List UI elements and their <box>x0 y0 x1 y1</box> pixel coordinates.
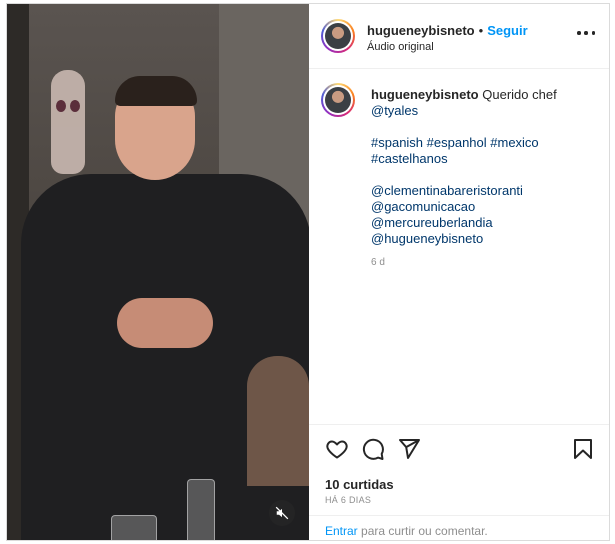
post-video[interactable] <box>7 4 309 540</box>
separator-dot: • <box>478 23 484 38</box>
muted-speaker-icon[interactable] <box>269 500 295 526</box>
mention-link[interactable]: @hugueneybisneto <box>371 231 601 247</box>
heart-icon[interactable] <box>325 437 349 461</box>
mention-link[interactable]: @clementinabareristoranti <box>371 183 601 199</box>
chef-hands <box>117 298 213 348</box>
login-prompt-text: para curtir ou comentar. <box>357 524 488 538</box>
caption-text: hugueneybisneto Querido chef @tyales #sp… <box>371 87 601 271</box>
login-prompt: Entrar para curtir ou comentar. <box>309 515 609 542</box>
audio-label[interactable]: Áudio original <box>367 41 434 53</box>
caption-avatar[interactable] <box>321 83 355 117</box>
wine-glass <box>187 479 215 540</box>
background-person <box>247 356 309 486</box>
chef-hair <box>115 76 197 106</box>
caption-body: Querido chef <box>482 87 557 102</box>
caption-area: hugueneybisneto Querido chef @tyales #sp… <box>309 68 609 424</box>
skull-decoration <box>51 70 85 174</box>
mention-link[interactable]: @gacomunicacao <box>371 199 601 215</box>
hashtags-line[interactable]: #castelhanos <box>371 151 601 167</box>
caption-age[interactable]: 6 d <box>371 255 601 271</box>
avatar[interactable] <box>321 19 355 53</box>
post-side-panel: hugueneybisneto • Seguir Áudio original hu… <box>309 4 609 540</box>
follow-button[interactable]: Seguir <box>487 23 527 38</box>
share-icon[interactable] <box>397 437 421 461</box>
instagram-post: hugueneybisneto • Seguir Áudio original hu… <box>6 3 610 541</box>
caption-username[interactable]: hugueneybisneto <box>371 87 479 102</box>
bookmark-icon[interactable] <box>571 437 595 461</box>
comment-icon[interactable] <box>361 437 385 461</box>
post-timestamp[interactable]: HÁ 6 DIAS <box>325 495 371 505</box>
more-options-icon[interactable] <box>577 30 595 36</box>
hashtags-line[interactable]: #spanish #espanhol #mexico <box>371 135 601 151</box>
login-link[interactable]: Entrar <box>325 524 358 538</box>
mention-link[interactable]: @tyales <box>371 103 601 119</box>
post-header: hugueneybisneto • Seguir Áudio original <box>309 4 609 69</box>
header-username[interactable]: hugueneybisneto <box>367 23 475 38</box>
action-bar: 10 curtidas HÁ 6 DIAS Entrar para curtir… <box>309 424 609 541</box>
mention-link[interactable]: @mercureuberlandia <box>371 215 601 231</box>
likes-count[interactable]: 10 curtidas <box>325 477 394 492</box>
water-glass <box>111 515 157 540</box>
